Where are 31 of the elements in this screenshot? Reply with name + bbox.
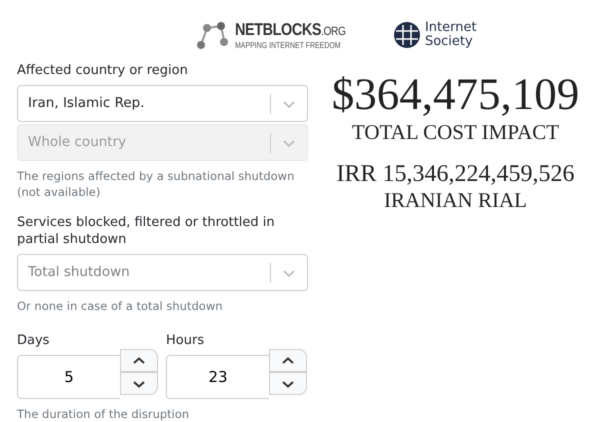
number-field[interactable]: 23 [166, 355, 269, 399]
netblocks-logo-text: NETBLOCKS.ORG [235, 20, 346, 40]
help-text: The regions affected by a subnational shutdown (not available) [17, 168, 296, 200]
field-label: Days [17, 332, 50, 349]
help-text: Or none in case of a total shutdown [17, 298, 224, 314]
chevron-down-icon [133, 380, 145, 388]
network-logo-icon [195, 20, 231, 50]
logo-tagline: MAPPING INTERNET FREEDOM [235, 40, 342, 50]
cost-label: TOTAL COST IMPACT [350, 120, 560, 144]
select-field[interactable]: Iran, Islamic Rep. [17, 85, 308, 122]
globe-logo-icon [392, 21, 421, 49]
local-cost-amount: IRR 15,346,224,459,526 [335, 160, 576, 188]
field-label: Hours [166, 332, 206, 349]
number-field[interactable]: 5 [17, 355, 120, 399]
chevron-up-icon [133, 356, 145, 364]
decrement-button[interactable] [120, 372, 158, 395]
select-field[interactable]: Total shutdown [17, 254, 308, 291]
cost-amount: $364,475,109 [330, 68, 580, 120]
increment-button[interactable] [120, 349, 158, 372]
chevron-down-icon [282, 98, 296, 108]
increment-button[interactable] [269, 349, 307, 372]
field-label: Services blocked, filtered or throttled in partial shutdown [17, 214, 276, 248]
internet-society-logo-text: Internet Society [424, 21, 477, 49]
currency-label: IRANIAN RIAL [383, 188, 528, 212]
chevron-up-icon [282, 356, 294, 364]
chevron-down-icon [282, 380, 294, 388]
chevron-down-icon [282, 268, 296, 278]
chevron-down-icon [282, 138, 296, 148]
decrement-button[interactable] [269, 372, 307, 395]
field-label: Affected country or region [17, 62, 189, 79]
help-text: The duration of the disruption [17, 406, 190, 422]
